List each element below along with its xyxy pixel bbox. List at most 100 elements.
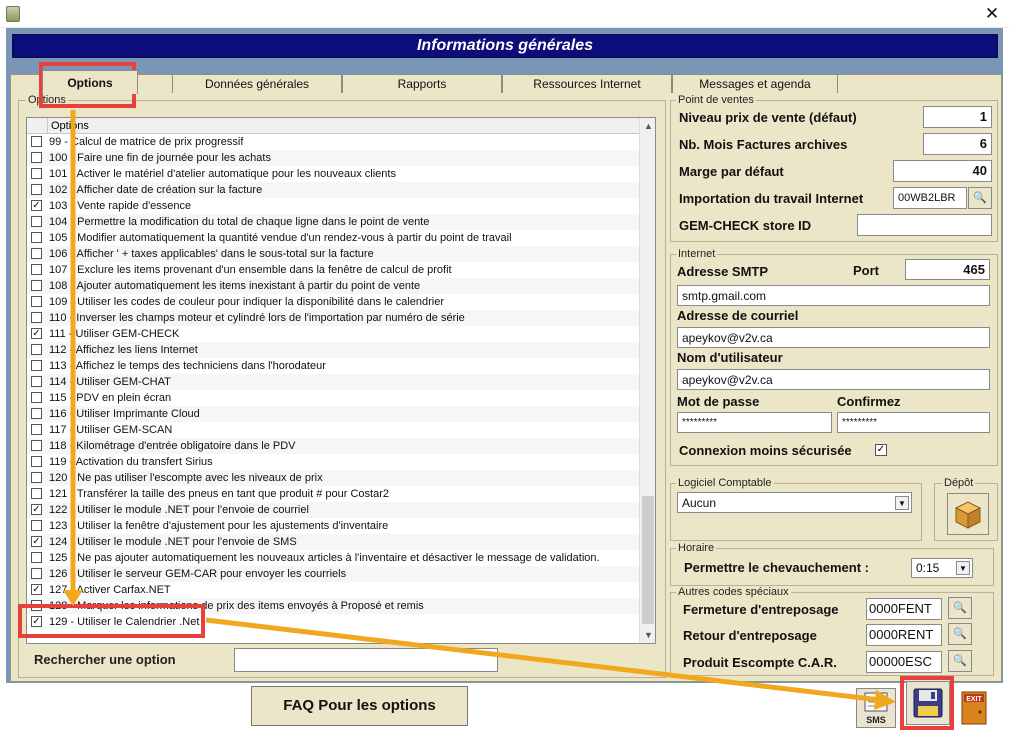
option-row[interactable]: 120 - Ne pas utiliser l'escompte avec le…	[27, 470, 639, 486]
option-row[interactable]: 118 - Kilométrage d'entrée obligatoire d…	[27, 438, 639, 454]
scroll-thumb[interactable]	[642, 496, 654, 624]
tab-donnees-generales[interactable]: Données générales	[172, 74, 342, 93]
logiciel-select[interactable]: Aucun ▼	[677, 492, 912, 513]
option-row[interactable]: 104 - Permettre la modification du total…	[27, 214, 639, 230]
option-checkbox[interactable]	[31, 280, 42, 291]
user-field[interactable]: apeykov@v2v.ca	[677, 369, 990, 390]
option-row[interactable]: ✓ 111 - Utiliser GEM-CHECK	[27, 326, 639, 342]
option-checkbox[interactable]	[31, 232, 42, 243]
option-checkbox[interactable]	[31, 376, 42, 387]
option-checkbox[interactable]	[31, 552, 42, 563]
option-row[interactable]: ✓ 127 - Activer Carfax.NET	[27, 582, 639, 598]
tab-rapports[interactable]: Rapports	[342, 74, 502, 93]
option-row[interactable]: 108 - Ajouter automatiquement les items …	[27, 278, 639, 294]
option-checkbox[interactable]	[31, 408, 42, 419]
option-row[interactable]: 106 - Afficher ' + taxes applicables' da…	[27, 246, 639, 262]
option-row[interactable]: 101 - Activer le matériel d'atelier auto…	[27, 166, 639, 182]
password-field[interactable]: *********	[677, 412, 832, 433]
option-checkbox[interactable]	[31, 568, 42, 579]
scroll-down-arrow[interactable]: ▼	[640, 627, 655, 643]
option-checkbox[interactable]	[31, 184, 42, 195]
option-row[interactable]: 114 - Utiliser GEM-CHAT	[27, 374, 639, 390]
confirm-field[interactable]: *********	[837, 412, 990, 433]
option-row[interactable]: ✓ 122 - Utiliser le module .NET pour l'en…	[27, 502, 639, 518]
option-row[interactable]: 109 - Utiliser les codes de couleur pour…	[27, 294, 639, 310]
option-checkbox[interactable]: ✓	[31, 584, 42, 595]
option-checkbox[interactable]	[31, 440, 42, 451]
code-field[interactable]: 0000FENT	[866, 598, 942, 620]
option-row[interactable]: 117 - Utiliser GEM-SCAN	[27, 422, 639, 438]
code-field[interactable]: 00000ESC	[866, 651, 942, 673]
option-checkbox[interactable]	[31, 360, 42, 371]
option-row[interactable]: 116 - Utiliser Imprimante Cloud	[27, 406, 639, 422]
option-label: 114 - Utiliser GEM-CHAT	[49, 376, 171, 388]
option-checkbox[interactable]	[31, 248, 42, 259]
chevron-down-icon[interactable]: ▼	[956, 561, 970, 575]
exit-button[interactable]: EXIT	[958, 688, 990, 726]
courriel-field[interactable]: apeykov@v2v.ca	[677, 327, 990, 348]
option-checkbox[interactable]	[31, 152, 42, 163]
option-row[interactable]: 113 - Affichez le temps des techniciens …	[27, 358, 639, 374]
code-lookup-button[interactable]: 🔍	[948, 597, 972, 619]
option-checkbox[interactable]	[31, 136, 42, 147]
option-checkbox[interactable]: ✓	[31, 536, 42, 547]
option-checkbox[interactable]	[31, 344, 42, 355]
nb-mois-field[interactable]: 6	[923, 133, 992, 155]
options-list[interactable]: Options 99 - Calcul de matrice de prix p…	[26, 117, 656, 644]
code-lookup-button[interactable]: 🔍	[948, 623, 972, 645]
option-row[interactable]: 119 - Activation du transfert Sirius	[27, 454, 639, 470]
option-checkbox[interactable]	[31, 488, 42, 499]
close-button[interactable]: ✕	[979, 2, 1005, 26]
smtp-field[interactable]: smtp.gmail.com	[677, 285, 990, 306]
option-checkbox[interactable]: ✓	[31, 504, 42, 515]
list-scrollbar[interactable]: ▲ ▼	[639, 118, 655, 643]
sms-button[interactable]: SMS	[856, 688, 896, 728]
option-row[interactable]: 115 - PDV en plein écran	[27, 390, 639, 406]
option-checkbox[interactable]	[31, 296, 42, 307]
faq-button[interactable]: FAQ Pour les options	[251, 686, 468, 726]
gemcheck-field[interactable]	[857, 214, 992, 236]
column-header-options[interactable]: Options	[47, 118, 637, 134]
option-row[interactable]: 126 - Utiliser le serveur GEM-CAR pour e…	[27, 566, 639, 582]
option-checkbox[interactable]	[31, 456, 42, 467]
option-row[interactable]: 110 - Inverser les champs moteur et cyli…	[27, 310, 639, 326]
option-row[interactable]: 125 - Ne pas ajouter automatiquement les…	[27, 550, 639, 566]
import-lookup-button[interactable]: 🔍	[968, 187, 992, 209]
option-checkbox[interactable]	[31, 216, 42, 227]
option-row[interactable]: 112 - Affichez les liens Internet	[27, 342, 639, 358]
scroll-up-arrow[interactable]: ▲	[640, 118, 655, 134]
search-input[interactable]	[234, 648, 498, 672]
option-row[interactable]: 123 - Utiliser la fenêtre d'ajustement p…	[27, 518, 639, 534]
option-checkbox[interactable]	[31, 264, 42, 275]
code-lookup-button[interactable]: 🔍	[948, 650, 972, 672]
niveau-prix-field[interactable]: 1	[923, 106, 992, 128]
code-field[interactable]: 0000RENT	[866, 624, 942, 646]
option-checkbox[interactable]	[31, 520, 42, 531]
option-row[interactable]: 105 - Modifier automatiquement la quanti…	[27, 230, 639, 246]
option-row[interactable]: 121 - Transférer la taille des pneus en …	[27, 486, 639, 502]
option-row[interactable]: ✓ 103 - Vente rapide d'essence	[27, 198, 639, 214]
option-checkbox[interactable]: ✓	[31, 328, 42, 339]
tab-messages-agenda[interactable]: Messages et agenda	[672, 74, 838, 93]
marge-field[interactable]: 40	[893, 160, 992, 182]
tab-ressources-internet[interactable]: Ressources Internet	[502, 74, 672, 93]
option-row[interactable]: ✓ 124 - Utiliser le module .NET pour l'en…	[27, 534, 639, 550]
chevron-down-icon[interactable]: ▼	[895, 496, 909, 510]
option-row[interactable]: 99 - Calcul de matrice de prix progressi…	[27, 134, 639, 150]
option-row[interactable]: 107 - Exclure les items provenant d'un e…	[27, 262, 639, 278]
chevauchement-select[interactable]: 0:15 ▼	[911, 558, 973, 578]
depot-button[interactable]	[947, 493, 989, 535]
option-row[interactable]: 100 - Faire une fin de journée pour les …	[27, 150, 639, 166]
port-field[interactable]: 465	[905, 259, 990, 280]
option-checkbox[interactable]	[31, 472, 42, 483]
insecure-checkbox[interactable]: ✓	[875, 444, 887, 456]
option-checkbox[interactable]: ✓	[31, 200, 42, 211]
option-checkbox[interactable]	[31, 168, 42, 179]
option-checkbox[interactable]	[31, 392, 42, 403]
option-row[interactable]: 102 - Afficher date de création sur la f…	[27, 182, 639, 198]
tab-options[interactable]: Options	[42, 70, 138, 94]
sms-text: SMS	[866, 715, 886, 725]
import-field[interactable]: 00WB2LBR	[893, 187, 967, 209]
option-checkbox[interactable]	[31, 312, 42, 323]
option-checkbox[interactable]	[31, 424, 42, 435]
